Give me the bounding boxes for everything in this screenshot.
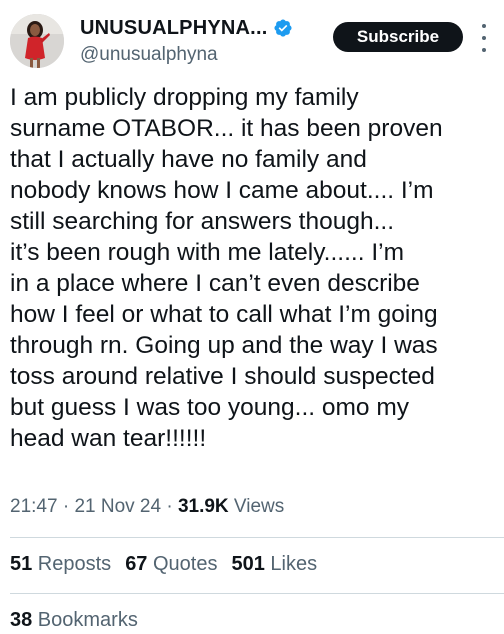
more-dot [482,36,486,40]
tweet-text-line: how I feel or what to call what I’m goin… [10,301,438,328]
verified-badge-icon[interactable] [273,18,293,38]
views-count: 31.9K [177,496,229,517]
bookmarks-stat[interactable]: 38 Bookmarks [10,609,138,632]
tweet-text-line: surname OTABOR... it has been proven [10,115,443,142]
more-dot [482,48,486,52]
quotes-count: 67 [125,553,148,575]
tweet-text-line: still searching for answers though... [10,208,395,235]
tweet-text-line: but guess I was too young... omo my [10,394,410,421]
likes-stat[interactable]: 501 Likes [231,553,317,575]
more-vertical-icon[interactable] [476,24,492,52]
tweet-text-line: nobody knows how I came about.... I’m [10,177,434,204]
tweet-text-line: it’s been rough with me lately...... I’m [10,239,404,266]
bookmarks-count: 38 [10,609,33,631]
subscribe-button[interactable]: Subscribe [333,22,463,52]
likes-count: 501 [231,553,265,575]
quotes-label: Quotes [147,553,218,575]
quotes-stat[interactable]: 67 Quotes [125,553,217,575]
tweet-text-line: head wan tear!!!!!! [10,425,207,452]
tweet-text-line: that I actually have no family and [10,146,367,173]
reposts-stat[interactable]: 51 Reposts [10,553,111,575]
views-label: Views [228,496,285,517]
tweet-text: I am publicly dropping my family surname… [10,82,496,454]
meta-separator: · [57,496,75,517]
tweet-text-line: through rn. Going up and the way I was [10,332,438,359]
display-name-row: UNUSUALPHYNA... [80,16,293,40]
engagement-stats: 51 Reposts 67 Quotes 501 Likes [10,553,317,576]
tweet-text-line: in a place where I can’t even describe [10,270,420,297]
display-name[interactable]: UNUSUALPHYNA... [80,17,267,40]
more-dot [482,24,486,28]
divider [10,593,504,594]
avatar[interactable] [10,14,64,68]
profile-photo [10,14,64,68]
author-handle[interactable]: @unusualphyna [80,44,293,66]
reposts-label: Reposts [32,553,112,575]
likes-label: Likes [264,553,318,575]
bookmarks-label: Bookmarks [32,609,138,631]
tweet-date[interactable]: 21 Nov 24 [74,496,161,517]
divider [10,537,504,538]
tweet-header: UNUSUALPHYNA... @unusualphyna Subscribe [0,0,504,76]
author-info: UNUSUALPHYNA... @unusualphyna [80,16,293,66]
tweet-text-line: I am publicly dropping my family [10,84,359,111]
tweet-text-line: toss around relative I should suspected [10,363,435,390]
tweet-meta: 21:47 · 21 Nov 24 · 31.9K Views [10,496,284,518]
meta-separator: · [161,496,178,517]
reposts-count: 51 [10,553,33,575]
tweet-time[interactable]: 21:47 [10,496,58,517]
